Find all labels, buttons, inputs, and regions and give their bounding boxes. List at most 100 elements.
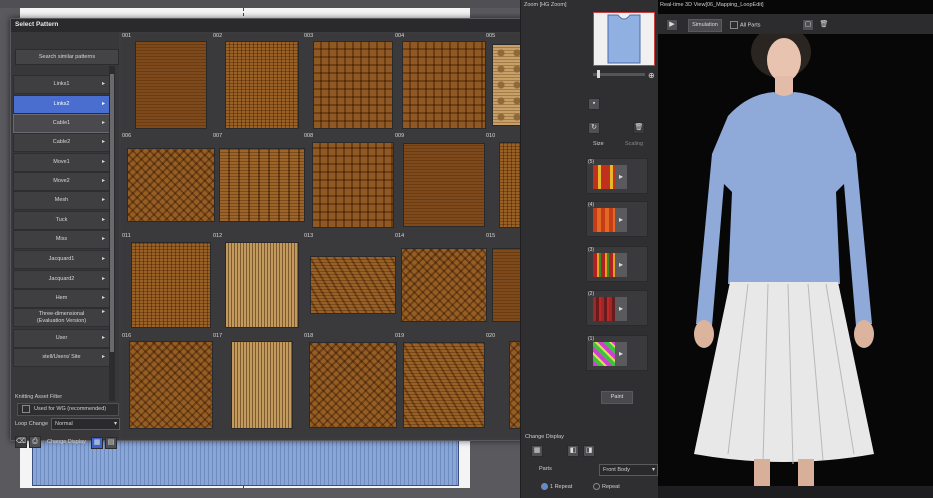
category-item[interactable]: Cable1 ▸: [13, 114, 110, 133]
pattern-cell[interactable]: 004: [394, 33, 485, 130]
chevron-right-icon: ▸: [101, 159, 105, 165]
category-item[interactable]: Links1 ▸: [13, 75, 110, 94]
checkbox-icon[interactable]: [22, 404, 30, 413]
pattern-cell[interactable]: 008: [303, 133, 393, 230]
dialog-title: Select Pattern: [15, 21, 59, 28]
pattern-swatch[interactable]: [310, 343, 396, 427]
trash-icon[interactable]: 🗑: [633, 122, 645, 134]
layer-item[interactable]: (1) ▸: [586, 335, 648, 371]
search-similar-button[interactable]: Search similar patterns: [15, 49, 119, 65]
pattern-cell[interactable]: 012: [212, 233, 302, 330]
chevron-right-icon: ▸: [101, 101, 105, 107]
paint-button[interactable]: Paint: [601, 391, 633, 404]
category-item[interactable]: Tuck ▸: [13, 211, 110, 230]
chevron-down-icon: ▾: [651, 467, 655, 473]
pattern-swatch[interactable]: [311, 257, 395, 313]
pattern-swatch[interactable]: [232, 342, 292, 428]
pattern-cell[interactable]: 007: [212, 133, 304, 230]
realtime-3d-view[interactable]: Real-time 3D View[06_Mapping_LoopEdit] ▶…: [658, 0, 933, 498]
layout-icon-2[interactable]: ◨: [583, 445, 595, 457]
zoom-slider-knob[interactable]: [597, 70, 600, 78]
category-item[interactable]: Jacquard1 ▸: [13, 250, 110, 269]
loop-change-select[interactable]: Normal ▾: [51, 418, 120, 430]
pattern-cell[interactable]: 011: [121, 233, 211, 330]
layer-item[interactable]: (4) ▸: [586, 201, 648, 237]
pattern-swatch[interactable]: [314, 42, 392, 128]
category-scroll-thumb[interactable]: [110, 74, 114, 352]
list-view-icon[interactable]: ▤: [105, 437, 117, 449]
category-item[interactable]: Miss ▸: [13, 230, 110, 249]
scaling-label: Scaling: [625, 141, 644, 147]
category-item[interactable]: Links2 ▸: [13, 95, 110, 114]
simulation-icon[interactable]: ▶: [666, 19, 678, 31]
chevron-right-icon: ▸: [101, 197, 105, 203]
pattern-swatch[interactable]: [402, 249, 486, 321]
wg-filter-checkbox[interactable]: Used for WG (recommended): [17, 403, 119, 416]
pattern-swatch[interactable]: [128, 149, 214, 221]
simulation-button[interactable]: Simulation: [688, 19, 722, 32]
category-item[interactable]: Cable2 ▸: [13, 133, 110, 152]
trash-icon[interactable]: 🗑: [818, 19, 830, 31]
pattern-swatch[interactable]: [226, 243, 298, 327]
category-item[interactable]: Move2 ▸: [13, 172, 110, 191]
pattern-cell[interactable]: 017: [212, 333, 302, 430]
category-item[interactable]: Move1 ▸: [13, 153, 110, 172]
parts-select[interactable]: Front Body ▾: [599, 464, 658, 476]
pattern-cell[interactable]: 003: [303, 33, 393, 130]
pattern-swatch[interactable]: [226, 42, 298, 128]
zoom-preview[interactable]: [593, 12, 655, 66]
pattern-swatch[interactable]: [220, 149, 304, 221]
grid-view-icon[interactable]: ▦: [91, 437, 103, 449]
category-item[interactable]: stell/Users/ Site ▸: [13, 348, 110, 367]
zoom-slider[interactable]: [593, 73, 645, 76]
pattern-swatch[interactable]: [313, 143, 393, 227]
pattern-swatch[interactable]: [132, 243, 210, 327]
pattern-number: 020: [486, 333, 496, 339]
layer-item[interactable]: (3) ▸: [586, 246, 648, 282]
save-icon[interactable]: ▪: [588, 98, 600, 110]
pattern-cell[interactable]: 019: [394, 333, 484, 430]
pattern-cell[interactable]: 014: [394, 233, 486, 330]
layer-item[interactable]: (5) ▸: [586, 158, 648, 194]
checkbox-icon[interactable]: [730, 21, 738, 29]
pattern-cell[interactable]: 001: [121, 33, 211, 130]
pattern-swatch[interactable]: [404, 343, 484, 427]
pattern-swatch[interactable]: [136, 42, 206, 128]
pattern-cell[interactable]: 018: [303, 333, 396, 430]
pattern-number: 014: [395, 233, 405, 239]
radio-repeat[interactable]: Repeat: [593, 483, 620, 490]
layout-icon[interactable]: ◧: [567, 445, 579, 457]
pattern-cell[interactable]: 006: [121, 133, 214, 230]
pattern-number: 009: [395, 133, 405, 139]
expand-icon[interactable]: ▸: [615, 342, 627, 366]
layer-item[interactable]: (2) ▸: [586, 290, 648, 326]
expand-icon[interactable]: ▸: [615, 297, 627, 321]
all-parts-checkbox[interactable]: All Parts: [730, 21, 760, 29]
zoom-icon[interactable]: ⊕: [648, 71, 655, 80]
rotate-icon[interactable]: ↻: [588, 122, 600, 134]
dialog-title-bar[interactable]: Select Pattern ×: [11, 19, 586, 32]
display-mode-icon[interactable]: ▦: [531, 445, 543, 457]
expand-icon[interactable]: ▸: [615, 208, 627, 232]
category-item[interactable]: Three-dimensional (Evaluation Version) ▸: [13, 308, 110, 327]
view-icon[interactable]: ▢: [802, 19, 814, 31]
radio-dot[interactable]: [593, 483, 600, 490]
category-scrollbar[interactable]: [109, 66, 115, 401]
pattern-cell[interactable]: 016: [121, 333, 212, 430]
pattern-swatch[interactable]: [403, 42, 485, 128]
category-item[interactable]: User ▸: [13, 329, 110, 348]
expand-icon[interactable]: ▸: [615, 253, 627, 277]
expand-icon[interactable]: ▸: [615, 165, 627, 189]
category-item[interactable]: Hem ▸: [13, 289, 110, 308]
pattern-cell[interactable]: 009: [394, 133, 484, 230]
pattern-cell[interactable]: 002: [212, 33, 302, 130]
pattern-swatch[interactable]: [130, 342, 212, 428]
radio-dot[interactable]: [541, 483, 548, 490]
category-item[interactable]: Mesh ▸: [13, 191, 110, 210]
category-item[interactable]: Jacquard2 ▸: [13, 270, 110, 289]
pattern-cell[interactable]: 013: [303, 233, 395, 330]
radio-1-repeat[interactable]: 1 Repeat: [541, 483, 572, 490]
print-icon[interactable]: ⎙: [29, 436, 41, 448]
delete-icon[interactable]: ⌫: [15, 436, 27, 448]
pattern-swatch[interactable]: [404, 144, 484, 226]
